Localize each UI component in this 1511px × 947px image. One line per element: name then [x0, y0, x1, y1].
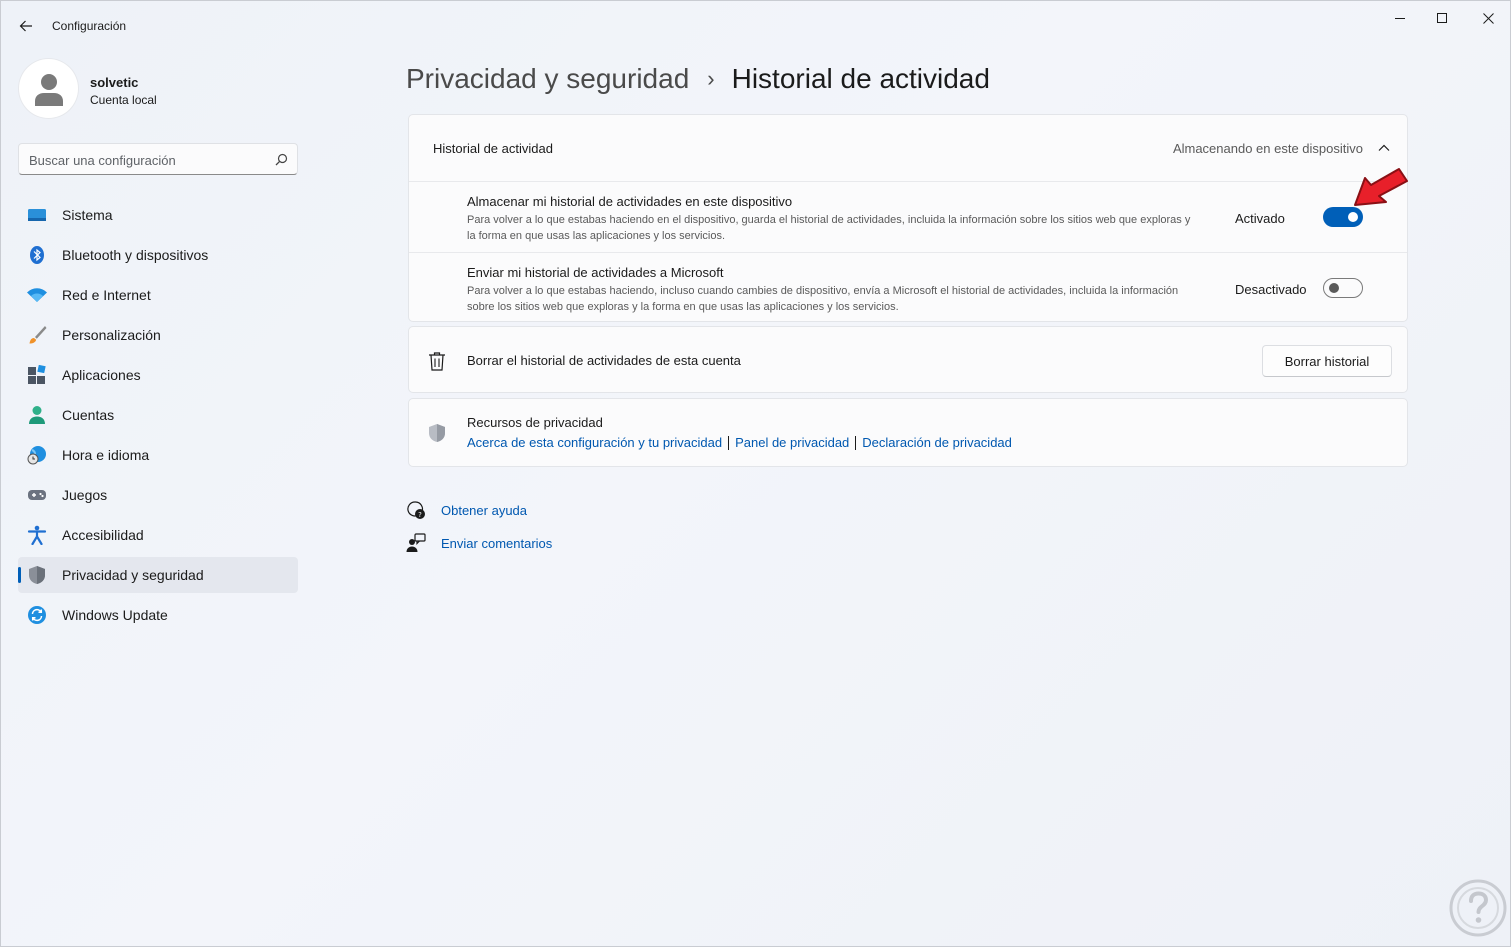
page-title: Historial de actividad: [731, 63, 990, 94]
sidebar-item-hora[interactable]: Hora e idioma: [18, 437, 298, 473]
expander-title: Historial de actividad: [433, 141, 553, 156]
sidebar-item-cuentas[interactable]: Cuentas: [18, 397, 298, 433]
store-history-toggle[interactable]: [1323, 207, 1363, 227]
privacy-resources-card: Recursos de privacidad Acerca de esta co…: [408, 398, 1408, 467]
bluetooth-icon: [30, 246, 44, 264]
brush-icon: [29, 326, 47, 344]
clear-history-button[interactable]: Borrar historial: [1262, 345, 1392, 377]
settings-window: Configuración solvetic Cuenta local Busc…: [0, 0, 1511, 947]
search-input[interactable]: [29, 150, 264, 170]
minimize-icon: [1395, 18, 1405, 19]
resources-links: Acerca de esta configuración y tu privac…: [467, 435, 1012, 450]
back-button[interactable]: [13, 13, 39, 39]
gamepad-icon: [28, 490, 46, 500]
app-title: Configuración: [52, 19, 127, 33]
red-arrow-icon: [1354, 168, 1408, 206]
accessibility-icon: [27, 525, 47, 545]
sidebar-item-privacidad[interactable]: Privacidad y seguridad: [18, 557, 298, 593]
update-icon: [28, 606, 46, 624]
help-chat-icon: ?: [407, 501, 425, 519]
expander-status: Almacenando en este dispositivo: [1172, 141, 1363, 156]
activity-history-card: Historial de actividad Almacenando en es…: [408, 114, 1408, 322]
send-history-row: Enviar mi historial de actividades a Mic…: [409, 252, 1407, 322]
row-description: Para volver a lo que estabas haciendo en…: [467, 214, 1191, 242]
arrow-left-icon: [19, 20, 32, 32]
toggle-state-label: Activado: [1235, 211, 1285, 226]
profile-name: solvetic: [90, 75, 139, 90]
chevron-up-icon: [1378, 144, 1390, 151]
watermark-logo-icon: [1449, 879, 1507, 937]
title-bar: Configuración: [1, 1, 1510, 49]
help-section: ? Obtener ayuda Enviar comentarios: [406, 499, 552, 565]
breadcrumb-parent[interactable]: Privacidad y seguridad: [406, 63, 689, 95]
sidebar-item-sistema[interactable]: Sistema: [18, 197, 298, 233]
sidebar-item-aplicaciones[interactable]: Aplicaciones: [18, 357, 298, 393]
store-history-row: Almacenar mi historial de actividades en…: [409, 182, 1407, 252]
search-icon[interactable]: [273, 152, 289, 168]
sidebar-item-juegos[interactable]: Juegos: [18, 477, 298, 513]
row-title: Enviar mi historial de actividades a Mic…: [467, 265, 724, 280]
sidebar-item-personalizacion[interactable]: Personalización: [18, 317, 298, 353]
apps-icon: [28, 365, 46, 384]
shield-icon: [429, 424, 445, 442]
link-privacy-dashboard[interactable]: Panel de privacidad: [735, 435, 849, 450]
shield-icon: [29, 566, 45, 584]
profile-account-type: Cuenta local: [90, 93, 157, 107]
feedback-person-icon: [406, 533, 426, 552]
close-button[interactable]: [1465, 1, 1511, 35]
send-history-toggle[interactable]: [1323, 278, 1363, 298]
breadcrumb: Privacidad y seguridad › Historial de ac…: [406, 61, 990, 97]
person-icon: [29, 406, 45, 424]
avatar: [19, 59, 78, 118]
breadcrumb-separator: ›: [707, 66, 715, 91]
sidebar-item-accesibilidad[interactable]: Accesibilidad: [18, 517, 298, 553]
person-avatar-icon: [34, 73, 63, 106]
globe-clock-icon: [27, 446, 46, 465]
clear-history-label: Borrar el historial de actividades de es…: [467, 353, 741, 368]
wifi-icon: [27, 288, 47, 302]
svg-text:?: ?: [418, 511, 422, 519]
row-description: Para volver a lo que estabas haciendo, i…: [467, 285, 1179, 313]
get-help-link[interactable]: ? Obtener ayuda: [406, 499, 552, 521]
activity-history-expander[interactable]: Historial de actividad Almacenando en es…: [409, 115, 1407, 182]
link-about-settings-privacy[interactable]: Acerca de esta configuración y tu privac…: [467, 435, 722, 450]
sidebar-item-red[interactable]: Red e Internet: [18, 277, 298, 313]
row-title: Almacenar mi historial de actividades en…: [467, 194, 793, 209]
link-privacy-statement[interactable]: Declaración de privacidad: [862, 435, 1012, 450]
minimize-button[interactable]: [1377, 1, 1423, 35]
sidebar-item-windows-update[interactable]: Windows Update: [18, 597, 298, 633]
send-feedback-link[interactable]: Enviar comentarios: [406, 532, 552, 554]
sidebar-nav: Sistema Bluetooth y dispositivos Red e I…: [18, 197, 298, 637]
toggle-state-label: Desactivado: [1235, 282, 1307, 297]
link-divider: [855, 435, 857, 450]
link-divider: [728, 435, 730, 450]
close-icon: [1482, 12, 1494, 24]
sidebar-item-bluetooth[interactable]: Bluetooth y dispositivos: [18, 237, 298, 273]
search-box: [18, 143, 298, 175]
trash-icon: [429, 352, 445, 371]
monitor-icon: [28, 209, 46, 221]
clear-history-card: Borrar el historial de actividades de es…: [408, 326, 1408, 393]
resources-title: Recursos de privacidad: [467, 415, 603, 430]
maximize-button[interactable]: [1419, 1, 1465, 35]
maximize-icon: [1437, 13, 1447, 23]
